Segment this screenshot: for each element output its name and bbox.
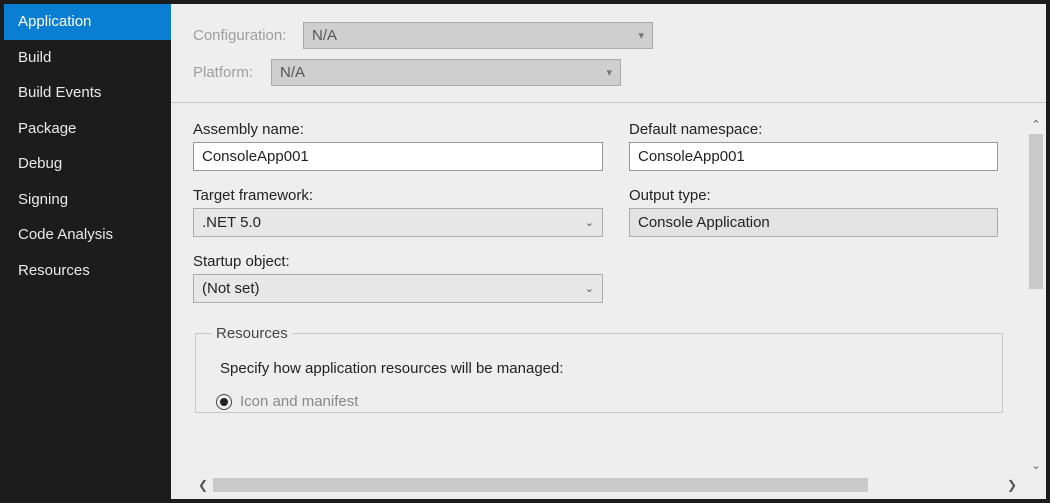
vertical-scrollbar[interactable]: ⌃ ⌄ <box>1026 114 1046 475</box>
sidebar-item-label: Debug <box>18 155 62 172</box>
chevron-down-icon: ▾ <box>638 29 644 42</box>
startup-object-select[interactable]: (Not set) ⌄ <box>193 274 603 303</box>
sidebar-item-build-events[interactable]: Build Events <box>4 75 171 111</box>
sidebar-item-label: Application <box>18 13 91 30</box>
sidebar-item-label: Signing <box>18 191 68 208</box>
sidebar-item-resources[interactable]: Resources <box>4 253 171 289</box>
scroll-track[interactable] <box>1026 134 1046 455</box>
sidebar-item-label: Resources <box>18 262 90 279</box>
resources-legend: Resources <box>212 325 292 342</box>
radio-icon <box>216 394 232 410</box>
horizontal-scrollbar[interactable]: ❮ ❯ <box>193 475 1022 495</box>
target-framework-select[interactable]: .NET 5.0 ⌄ <box>193 208 603 237</box>
sidebar-item-label: Package <box>18 120 76 137</box>
platform-label: Platform: <box>193 64 271 81</box>
scroll-up-icon[interactable]: ⌃ <box>1026 114 1046 134</box>
chevron-down-icon: ⌄ <box>585 216 594 229</box>
chevron-down-icon: ▾ <box>606 66 612 79</box>
main-panel: Configuration: N/A ▾ Platform: N/A ▾ Ass… <box>171 4 1046 499</box>
sidebar-item-label: Code Analysis <box>18 226 113 243</box>
config-bar: Configuration: N/A ▾ Platform: N/A ▾ <box>171 4 1046 98</box>
assembly-name-label: Assembly name: <box>193 121 603 138</box>
default-namespace-input[interactable] <box>629 142 998 171</box>
project-properties-window: Application Build Build Events Package D… <box>0 0 1050 503</box>
default-namespace-label: Default namespace: <box>629 121 998 138</box>
sidebar-item-signing[interactable]: Signing <box>4 182 171 218</box>
output-type-label: Output type: <box>629 187 998 204</box>
assembly-name-input[interactable] <box>193 142 603 171</box>
form-body: Assembly name: Default namespace: Target… <box>171 103 1046 499</box>
radio-icon-and-manifest[interactable]: Icon and manifest <box>216 393 986 410</box>
target-framework-value: .NET 5.0 <box>202 214 261 231</box>
scroll-down-icon[interactable]: ⌄ <box>1026 455 1046 475</box>
configuration-value: N/A <box>312 27 337 44</box>
scroll-thumb[interactable] <box>213 478 868 492</box>
startup-object-value: (Not set) <box>202 280 260 297</box>
configuration-select: N/A ▾ <box>303 22 653 49</box>
scroll-right-icon[interactable]: ❯ <box>1002 475 1022 495</box>
sidebar-item-package[interactable]: Package <box>4 111 171 147</box>
output-type-value: Console Application <box>638 214 770 231</box>
scroll-track[interactable] <box>213 475 1002 495</box>
scroll-left-icon[interactable]: ❮ <box>193 475 213 495</box>
scroll-thumb[interactable] <box>1029 134 1043 289</box>
chevron-down-icon: ⌄ <box>585 282 594 295</box>
resources-group: Resources Specify how application resour… <box>195 325 1003 413</box>
sidebar-item-label: Build <box>18 49 51 66</box>
sidebar-item-application[interactable]: Application <box>4 4 171 40</box>
startup-object-label: Startup object: <box>193 253 603 270</box>
output-type-select[interactable]: Console Application <box>629 208 998 237</box>
platform-value: N/A <box>280 64 305 81</box>
platform-select: N/A ▾ <box>271 59 621 86</box>
sidebar-item-code-analysis[interactable]: Code Analysis <box>4 217 171 253</box>
target-framework-label: Target framework: <box>193 187 603 204</box>
sidebar-item-build[interactable]: Build <box>4 40 171 76</box>
sidebar-item-label: Build Events <box>18 84 101 101</box>
resources-description: Specify how application resources will b… <box>220 360 986 377</box>
sidebar: Application Build Build Events Package D… <box>4 4 171 499</box>
sidebar-item-debug[interactable]: Debug <box>4 146 171 182</box>
configuration-label: Configuration: <box>193 27 303 44</box>
radio-label: Icon and manifest <box>240 393 358 410</box>
